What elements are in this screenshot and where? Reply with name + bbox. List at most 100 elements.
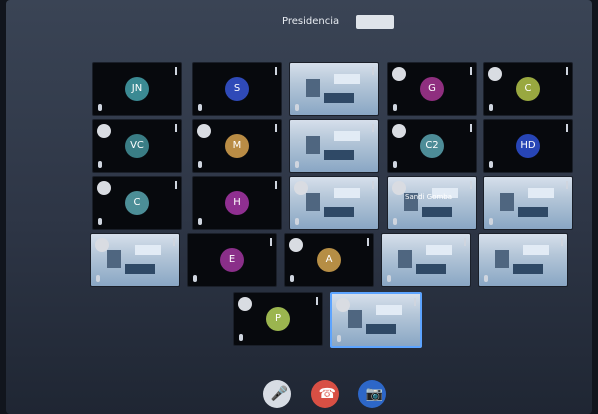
mic-icon <box>98 218 102 225</box>
more-options-icon[interactable] <box>372 124 374 132</box>
more-options-icon[interactable] <box>275 67 277 75</box>
video-shape <box>324 93 354 103</box>
mic-icon <box>295 218 299 225</box>
meeting-title: Presidencia <box>282 16 340 27</box>
more-options-icon[interactable] <box>470 67 472 75</box>
more-options-icon[interactable] <box>175 124 177 132</box>
video-shape <box>426 245 452 255</box>
mic-icon <box>393 104 397 111</box>
more-options-icon[interactable] <box>470 181 472 189</box>
more-options-icon[interactable] <box>372 181 374 189</box>
mic-icon <box>193 275 197 282</box>
video-shape <box>398 250 412 268</box>
mic-icon <box>337 335 341 342</box>
participant-tile[interactable]: JN <box>92 62 182 116</box>
more-options-icon[interactable] <box>566 181 568 189</box>
leave-call-button[interactable]: phone-icon ☎ <box>311 380 339 408</box>
video-shape <box>518 207 548 217</box>
participant-avatar: A <box>317 248 341 272</box>
participant-avatar: C2 <box>420 134 444 158</box>
participant-avatar: C <box>125 191 149 215</box>
participant-tile[interactable] <box>289 62 379 116</box>
more-options-icon[interactable] <box>414 298 416 306</box>
video-shape <box>513 264 543 274</box>
participant-tile[interactable]: S <box>192 62 282 116</box>
participant-tile[interactable] <box>381 233 471 287</box>
participant-tile[interactable]: H <box>192 176 282 230</box>
more-options-icon[interactable] <box>173 238 175 246</box>
small-avatar-icon <box>392 124 406 138</box>
mic-icon <box>198 161 202 168</box>
meeting-title-chip <box>356 15 394 29</box>
video-shape <box>334 188 360 198</box>
video-shape <box>135 245 161 255</box>
more-options-icon[interactable] <box>275 124 277 132</box>
participant-tile[interactable] <box>289 119 379 173</box>
video-shape <box>324 150 354 160</box>
participant-avatar: JN <box>125 77 149 101</box>
small-avatar-icon <box>97 181 111 195</box>
small-avatar-icon <box>392 67 406 81</box>
more-options-icon[interactable] <box>175 67 177 75</box>
mic-icon <box>393 161 397 168</box>
camera-button[interactable]: camera-icon 📷 <box>358 380 386 408</box>
small-avatar-icon <box>95 238 109 252</box>
more-options-icon[interactable] <box>464 238 466 246</box>
participant-tile[interactable]: C2 <box>387 119 477 173</box>
participant-name: Sandi Gomba <box>405 193 453 201</box>
more-options-icon[interactable] <box>275 181 277 189</box>
phone-glyph: ☎ <box>318 386 336 402</box>
mic-icon <box>484 275 488 282</box>
participant-tile[interactable] <box>478 233 568 287</box>
mic-icon <box>489 218 493 225</box>
participant-tile[interactable] <box>483 176 573 230</box>
video-shape <box>324 207 354 217</box>
participant-video <box>290 63 378 115</box>
video-shape <box>366 324 396 334</box>
participant-tile[interactable]: Sandi Gomba <box>387 176 477 230</box>
participant-tile[interactable]: E <box>187 233 277 287</box>
participant-tile[interactable]: C <box>483 62 573 116</box>
mic-icon <box>393 218 397 225</box>
more-options-icon[interactable] <box>566 67 568 75</box>
call-controls: mic-icon 🎤 phone-icon ☎ camera-icon 📷 <box>6 380 592 414</box>
video-shape <box>416 264 446 274</box>
participant-tile[interactable] <box>90 233 180 287</box>
participant-video <box>382 234 470 286</box>
participant-tile[interactable]: C <box>92 176 182 230</box>
small-avatar-icon <box>488 67 502 81</box>
mic-icon <box>387 275 391 282</box>
small-avatar-icon <box>336 298 350 312</box>
mic-button[interactable]: mic-icon 🎤 <box>263 380 291 408</box>
more-options-icon[interactable] <box>175 181 177 189</box>
participant-tile[interactable] <box>289 176 379 230</box>
participant-avatar: HD <box>516 134 540 158</box>
video-shape <box>306 136 320 154</box>
participant-tile[interactable]: G <box>387 62 477 116</box>
video-shape <box>306 193 320 211</box>
more-options-icon[interactable] <box>470 124 472 132</box>
participant-tile[interactable]: VC <box>92 119 182 173</box>
participant-tile[interactable]: P <box>233 292 323 346</box>
video-shape <box>334 131 360 141</box>
mic-icon <box>295 161 299 168</box>
more-options-icon[interactable] <box>367 238 369 246</box>
participant-tile[interactable]: M <box>192 119 282 173</box>
mic-glyph: 🎤 <box>270 386 288 402</box>
top-bar: Presidencia <box>6 12 592 36</box>
more-options-icon[interactable] <box>270 238 272 246</box>
more-options-icon[interactable] <box>316 297 318 305</box>
participant-avatar: S <box>225 77 249 101</box>
small-avatar-icon <box>238 297 252 311</box>
participant-tile[interactable] <box>330 292 422 348</box>
video-shape <box>348 310 362 328</box>
more-options-icon[interactable] <box>561 238 563 246</box>
participant-video <box>290 120 378 172</box>
participant-tile[interactable]: A <box>284 233 374 287</box>
mic-icon <box>489 104 493 111</box>
mic-icon <box>98 104 102 111</box>
small-avatar-icon <box>197 124 211 138</box>
more-options-icon[interactable] <box>566 124 568 132</box>
participant-tile[interactable]: HD <box>483 119 573 173</box>
more-options-icon[interactable] <box>372 67 374 75</box>
